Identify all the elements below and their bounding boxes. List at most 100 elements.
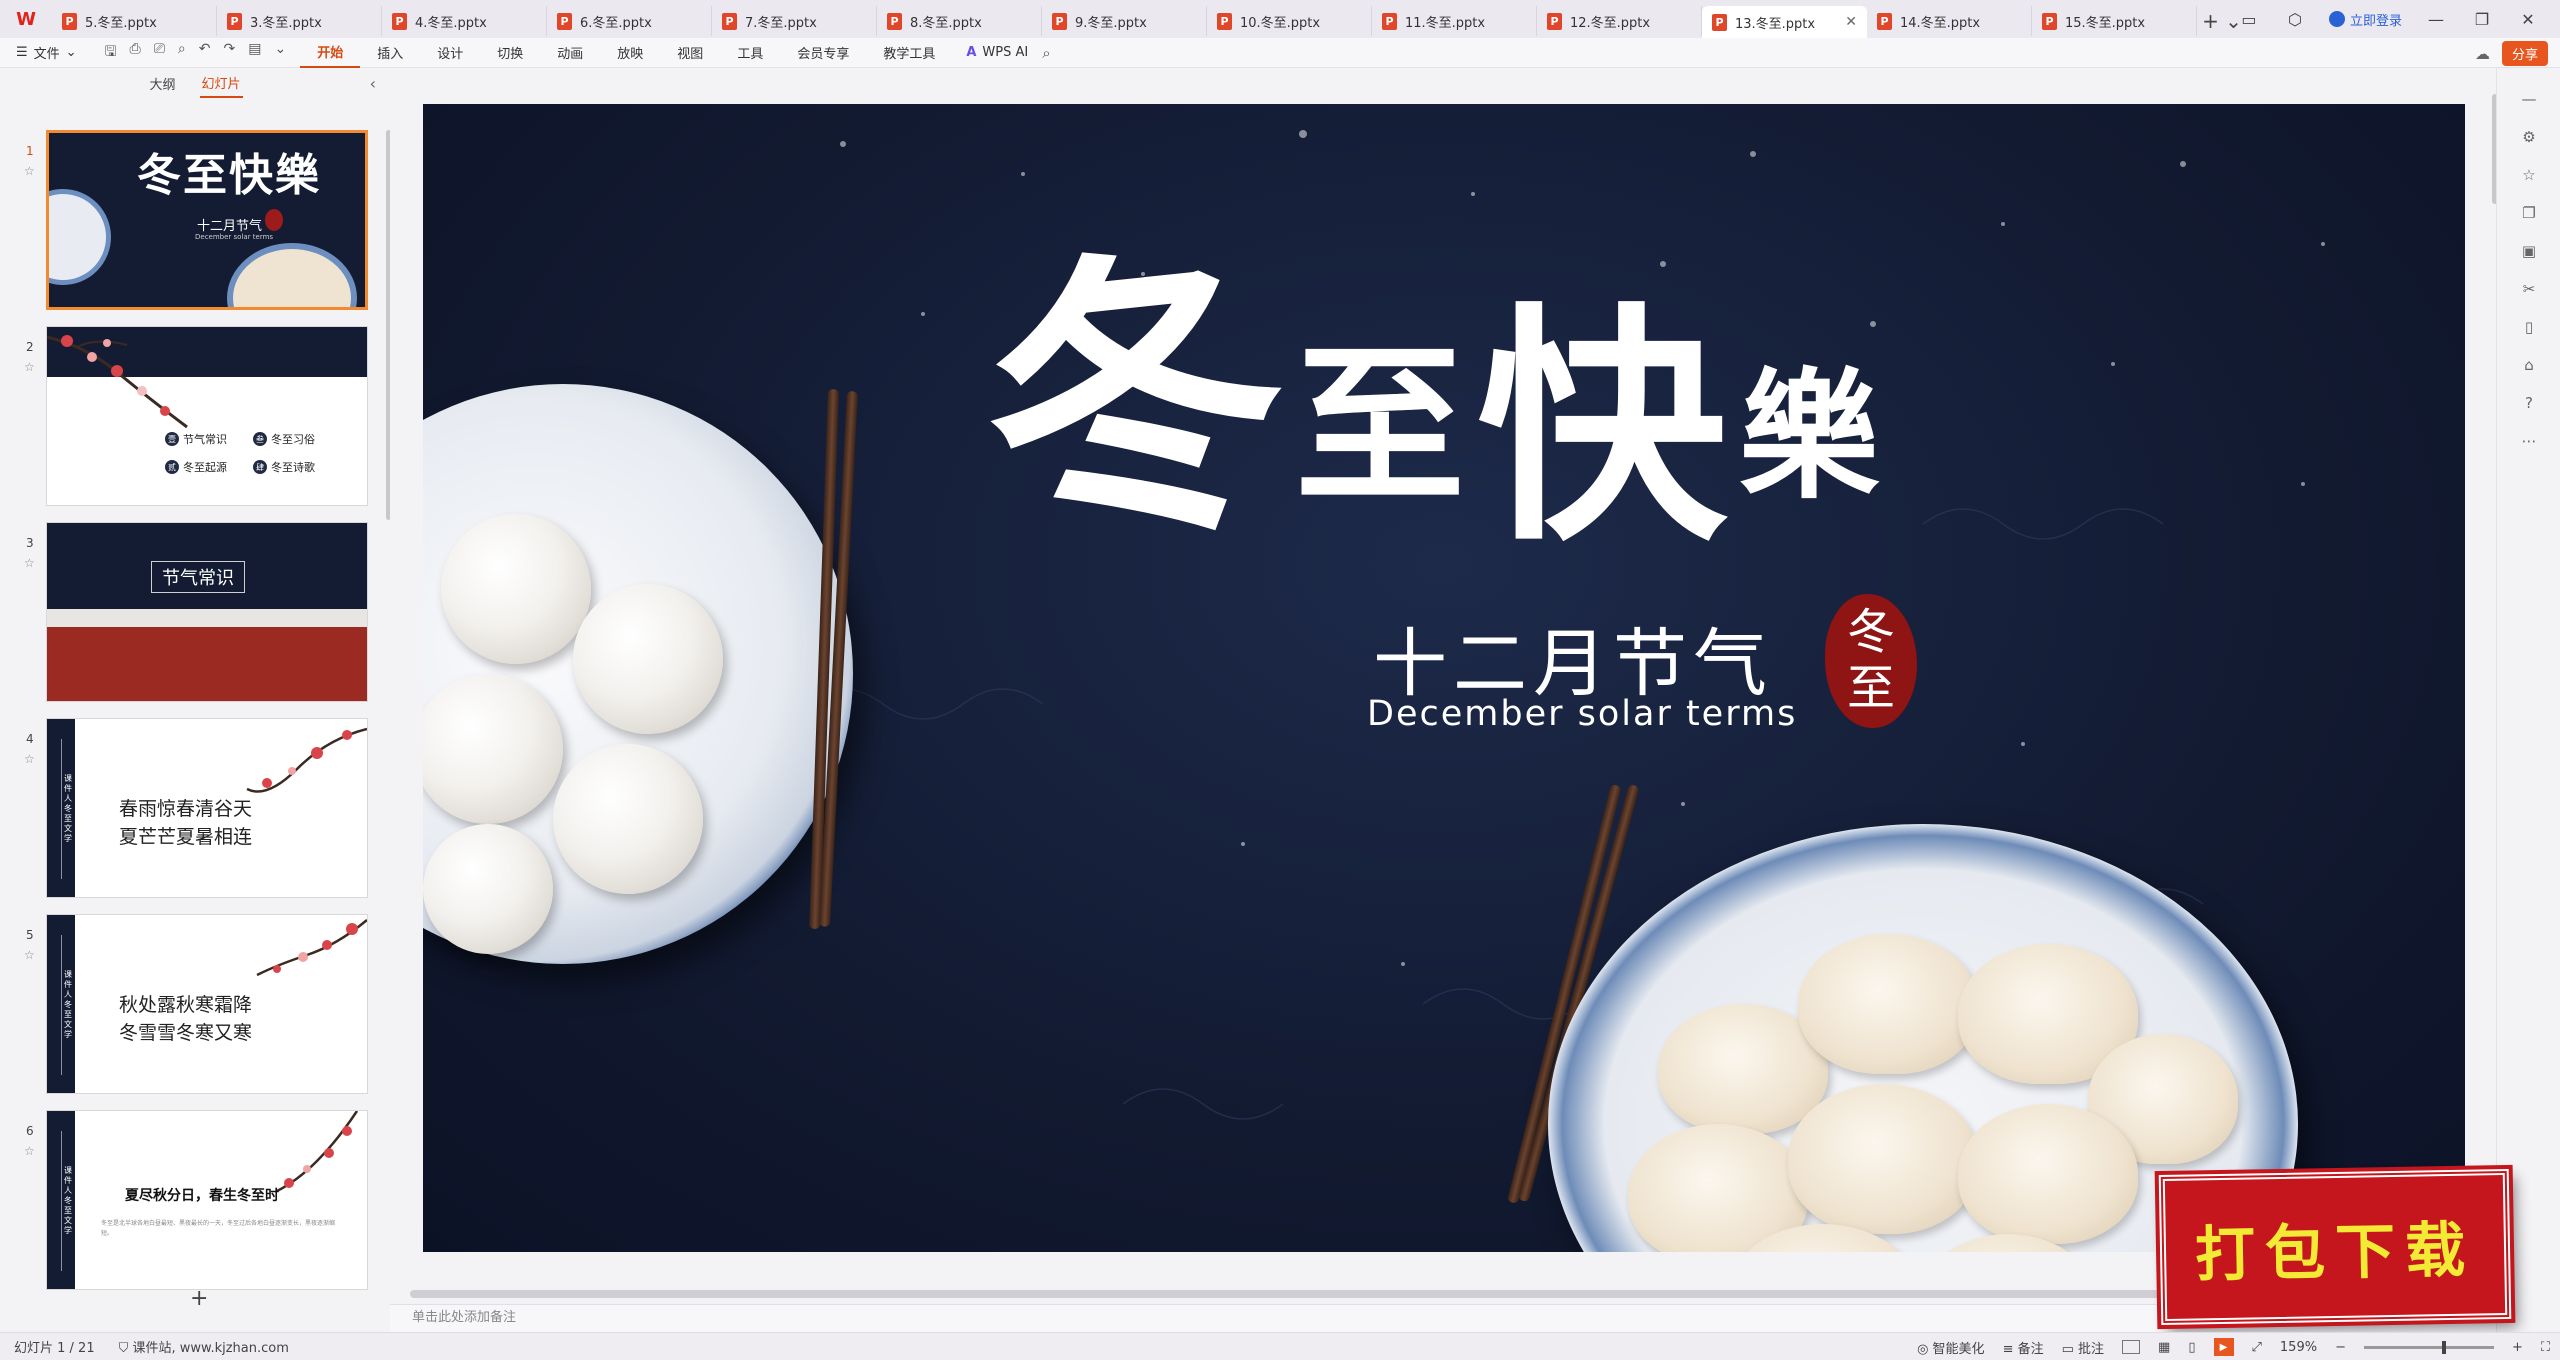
slide-editing-area: 冬至快樂 十二月节气 December solar terms 冬至 单击此处添…	[390, 68, 2498, 1332]
ribbon-tab-teaching-tools[interactable]: 教学工具	[866, 38, 952, 68]
ribbon-tab-animation[interactable]: 动画	[540, 38, 600, 68]
help-icon[interactable]: ?	[2519, 394, 2539, 414]
copy-icon[interactable]: ❐	[2519, 204, 2539, 224]
play-slideshow-button[interactable]: ▶	[2213, 1338, 2234, 1356]
wps-ai-button[interactable]: A WPS AI	[952, 45, 1042, 60]
zoom-in-icon[interactable]: +	[2512, 1340, 2523, 1355]
document-tab-active[interactable]: P 13.冬至.pptx ✕	[1702, 6, 1867, 38]
ribbon-tab-home[interactable]: 开始	[300, 38, 361, 68]
zoom-level[interactable]: 159%	[2280, 1340, 2317, 1355]
adjust-icon[interactable]: ⚙	[2519, 128, 2539, 148]
document-tab[interactable]: P 12.冬至.pptx	[1537, 6, 1702, 36]
fit-window-icon[interactable]: ⤢	[2252, 1340, 2262, 1355]
tools-icon[interactable]: ✂	[2519, 280, 2539, 300]
current-slide[interactable]: 冬至快樂 十二月节气 December solar terms 冬至	[423, 104, 2465, 1252]
favorite-star-icon[interactable]: ☆	[2519, 166, 2539, 186]
zoom-slider[interactable]	[2363, 1340, 2494, 1354]
cloud-sync-icon[interactable]: ☁	[2475, 45, 2490, 63]
ribbon-menu-bar: ☰ 文件 ⌄ 🖫 ⎙ ⎚ ⌕ ↶ ↷ ▤ ⌄ 开始 插入 设计 切换 动画 放映 视…	[0, 38, 2560, 68]
close-window-button[interactable]: ✕	[2516, 10, 2540, 29]
document-tab[interactable]: P 11.冬至.pptx	[1372, 6, 1537, 36]
star-icon[interactable]: ☆	[24, 948, 35, 962]
slide-thumbnail-6[interactable]: 课件人冬至文学 夏尽秋分日，春生冬至时 冬至是北半球各地白昼最短、黑夜最长的一天…	[46, 1110, 368, 1290]
ribbon-tab-insert[interactable]: 插入	[360, 38, 420, 68]
star-icon[interactable]: ☆	[24, 1144, 35, 1158]
document-tab[interactable]: P 7.冬至.pptx	[712, 6, 877, 36]
document-tab[interactable]: P 4.冬至.pptx	[382, 6, 547, 36]
file-menu[interactable]: ☰ 文件 ⌄	[0, 43, 91, 62]
zoom-out-icon[interactable]: −	[2335, 1340, 2346, 1355]
website-label: ⛉ 课件站, www.kjzhan.com	[118, 1341, 289, 1356]
slide-thumbnail-row[interactable]: 2 ☆ 壹节气常识 叁冬至习俗 贰冬至起源 肆冬至诗歌	[0, 326, 390, 508]
star-icon[interactable]: ☆	[24, 164, 35, 178]
document-tab[interactable]: P 9.冬至.pptx	[1042, 6, 1207, 36]
document-tab[interactable]: P 5.冬至.pptx	[52, 6, 217, 36]
save-icon[interactable]: 🖫	[105, 41, 117, 65]
star-icon[interactable]: ☆	[24, 752, 35, 766]
document-tab[interactable]: P 10.冬至.pptx	[1207, 6, 1372, 36]
reading-view-icon[interactable]: ▯	[2188, 1340, 2195, 1355]
more-icon[interactable]: ⋯	[2519, 432, 2539, 452]
slide-thumbnail-3[interactable]: 节气常识	[46, 522, 368, 702]
plum-blossom-image	[256, 919, 367, 977]
download-badge[interactable]: 打包下载	[2158, 1168, 2512, 1326]
ribbon-tab-view[interactable]: 视图	[660, 38, 720, 68]
export-pdf-icon[interactable]: ⎙	[130, 41, 141, 65]
dumpling-bowl-image	[227, 243, 357, 307]
sorter-view-icon[interactable]: ▦	[2158, 1340, 2170, 1355]
ribbon-tab-design[interactable]: 设计	[420, 38, 480, 68]
tab-outline[interactable]: 大纲	[147, 70, 177, 97]
window-layout-icon[interactable]: ▭	[2237, 10, 2261, 29]
collapse-rail-icon[interactable]: —	[2519, 90, 2539, 110]
tab-label: 10.冬至.pptx	[1240, 15, 1321, 31]
star-icon[interactable]: ☆	[24, 556, 35, 570]
comment-icon: ▭	[2061, 1341, 2079, 1357]
document-tab[interactable]: P 8.冬至.pptx	[877, 6, 1042, 36]
document-tab[interactable]: P 14.冬至.pptx	[1867, 6, 2032, 36]
notes-toggle-button[interactable]: ≡ 备注	[2003, 1338, 2044, 1357]
star-icon[interactable]: ☆	[24, 360, 35, 374]
undo-icon[interactable]: ↶	[199, 41, 211, 65]
login-link[interactable]: 立即登录	[2328, 10, 2402, 29]
image-icon[interactable]: ▣	[2519, 242, 2539, 262]
close-tab-icon[interactable]: ✕	[1845, 14, 1857, 30]
search-icon[interactable]: ⌕	[1042, 44, 1050, 62]
normal-view-button[interactable]	[2122, 1340, 2141, 1354]
ribbon-tab-member[interactable]: 会员专享	[780, 38, 866, 68]
slide-thumbnail-4[interactable]: 课件人冬至文学 春雨惊春清谷天 夏芒芒夏暑相连	[46, 718, 368, 898]
tangyuan-ball	[423, 824, 553, 954]
tab-slides[interactable]: 幻灯片	[199, 69, 243, 98]
cube-icon[interactable]: ⬡	[2283, 10, 2307, 29]
format-painter-icon[interactable]: ▤	[248, 41, 261, 65]
minimize-button[interactable]: —	[2424, 10, 2448, 29]
wps-logo-icon[interactable]: W	[0, 0, 52, 38]
comments-button[interactable]: ▭ 批注	[2062, 1338, 2104, 1357]
fullscreen-icon[interactable]: ⛶	[2541, 1340, 2550, 1355]
shirt-icon[interactable]: ⌂	[2519, 356, 2539, 376]
add-slide-button[interactable]: +	[190, 1286, 208, 1311]
collapse-panel-icon[interactable]: ‹	[370, 74, 376, 93]
redo-icon[interactable]: ↷	[224, 41, 236, 65]
more-chevron-icon[interactable]: ⌄	[274, 41, 286, 65]
restore-button[interactable]: ❐	[2470, 10, 2494, 29]
print-preview-icon[interactable]: ⌕	[178, 41, 186, 65]
ribbon-tab-tools[interactable]: 工具	[720, 38, 780, 68]
zoom-slider-handle[interactable]	[2441, 1340, 2446, 1354]
slide-thumbnail-row[interactable]: 1 ☆ 冬至快樂 十二月节气 December solar terms	[0, 130, 390, 312]
slide-thumbnail-row[interactable]: 4 ☆ 课件人冬至文学 春雨惊春清谷天 夏芒芒夏暑相连	[0, 718, 390, 900]
document-tab[interactable]: P 6.冬至.pptx	[547, 6, 712, 36]
document-tab[interactable]: P 15.冬至.pptx	[2032, 6, 2197, 36]
slide-thumbnail-row[interactable]: 5 ☆ 课件人冬至文学 秋处露秋寒霜降 冬雪雪冬寒又寒	[0, 914, 390, 1096]
book-icon[interactable]: ▯	[2519, 318, 2539, 338]
print-icon[interactable]: ⎚	[154, 41, 165, 65]
slide-thumbnail-2[interactable]: 壹节气常识 叁冬至习俗 贰冬至起源 肆冬至诗歌	[46, 326, 368, 506]
slide-thumbnail-5[interactable]: 课件人冬至文学 秋处露秋寒霜降 冬雪雪冬寒又寒	[46, 914, 368, 1094]
slide-thumbnail-row[interactable]: 6 ☆ 课件人冬至文学 夏尽秋分日，春生冬至时 冬至是北半球各地白昼最短、黑夜最…	[0, 1110, 390, 1292]
ribbon-tab-transitions[interactable]: 切换	[480, 38, 540, 68]
ribbon-tab-slideshow[interactable]: 放映	[600, 38, 660, 68]
smart-beautify-button[interactable]: ◎ 智能美化	[1917, 1338, 1985, 1357]
slide-thumbnail-1[interactable]: 冬至快樂 十二月节气 December solar terms	[46, 130, 368, 310]
document-tab[interactable]: P 3.冬至.pptx	[217, 6, 382, 36]
share-button[interactable]: 分享	[2501, 41, 2548, 66]
slide-thumbnail-row[interactable]: 3 ☆ 节气常识	[0, 522, 390, 704]
